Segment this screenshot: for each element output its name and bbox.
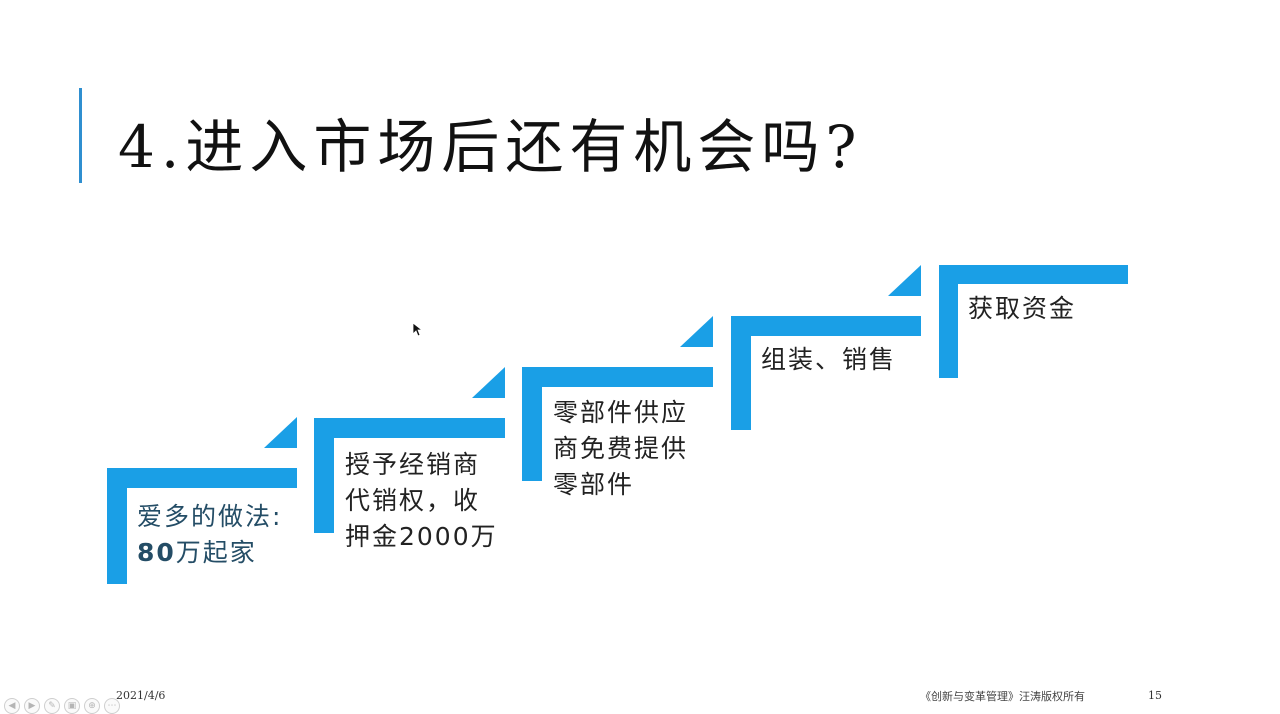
step-2-line-1: 授予经销商 — [345, 450, 481, 479]
prev-icon[interactable]: ◀ — [4, 698, 20, 714]
step-4-text: 组装、销售 — [761, 342, 896, 378]
step-3-line-3: 零部件 — [553, 470, 635, 499]
pen-icon[interactable]: ✎ — [44, 698, 60, 714]
step-1-arrow — [264, 417, 297, 448]
slides-icon[interactable]: ▣ — [64, 698, 80, 714]
next-icon[interactable]: ▶ — [24, 698, 40, 714]
step-2-text: 授予经销商 代销权，收 押金2000万 — [345, 447, 498, 555]
more-icon[interactable]: ⋯ — [104, 698, 120, 714]
step-1-line-2-rest: 万起家 — [175, 538, 257, 567]
step-2-arrow — [472, 367, 505, 398]
step-2-line-3: 押金2000万 — [345, 522, 498, 551]
slide: 4.进入市场后还有机会吗? 爱多的做法: 80万起家 授予经销商 代销权，收 押… — [0, 0, 1280, 714]
step-4-line-1: 组装、销售 — [761, 345, 897, 374]
step-1-line-2: 80万起家 — [137, 535, 282, 571]
step-3-text: 零部件供应 商免费提供 零部件 — [553, 395, 688, 503]
page-number: 15 — [1148, 689, 1162, 702]
mouse-cursor-icon — [413, 323, 423, 337]
footer-date: 2021/4/6 — [116, 689, 166, 702]
step-1-line-1: 爱多的做法: — [137, 502, 283, 531]
step-1-number: 80 — [137, 538, 176, 567]
presentation-controls: ◀ ▶ ✎ ▣ ⊕ ⋯ — [4, 698, 120, 714]
step-1-text: 爱多的做法: 80万起家 — [137, 499, 282, 571]
zoom-icon[interactable]: ⊕ — [84, 698, 100, 714]
step-3-arrow — [680, 316, 713, 347]
step-3-line-1: 零部件供应 — [553, 398, 689, 427]
step-3-line-2: 商免费提供 — [553, 434, 689, 463]
footer-copyright: 《创新与变革管理》汪涛版权所有 — [920, 690, 1085, 703]
step-2-line-2: 代销权，收 — [345, 486, 481, 515]
step-5-text: 获取资金 — [968, 291, 1076, 327]
staircase-graphic — [107, 265, 1128, 584]
step-4-arrow — [888, 265, 921, 296]
step-5-line-1: 获取资金 — [968, 294, 1077, 323]
